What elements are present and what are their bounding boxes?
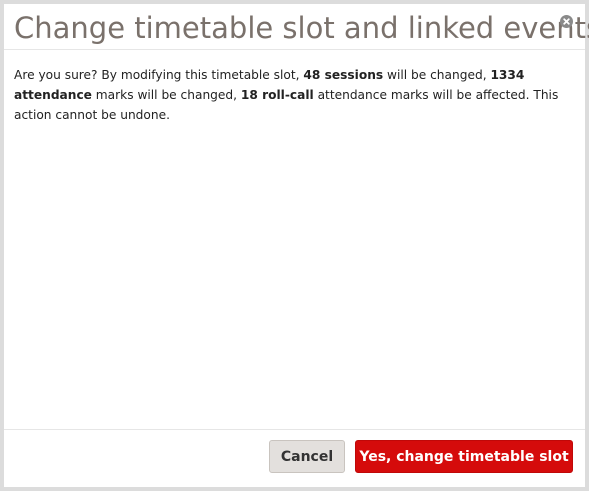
message-text-1: Are you sure? By modifying this timetabl… bbox=[14, 68, 304, 82]
confirm-change-button[interactable]: Yes, change timetable slot bbox=[355, 440, 573, 473]
confirmation-message: Are you sure? By modifying this timetabl… bbox=[14, 65, 574, 125]
message-text-2: will be changed, bbox=[383, 68, 491, 82]
confirm-dialog: Change timetable slot and linked events?… bbox=[4, 4, 589, 487]
dialog-title: Change timetable slot and linked events? bbox=[14, 11, 589, 45]
message-text-3: marks will be changed, bbox=[91, 88, 241, 102]
dialog-body: Are you sure? By modifying this timetabl… bbox=[4, 50, 585, 430]
rollcall-count: 18 roll-call bbox=[240, 88, 314, 102]
dialog-header: Change timetable slot and linked events? bbox=[4, 4, 589, 50]
close-icon[interactable] bbox=[560, 15, 573, 28]
dialog-footer: Cancel Yes, change timetable slot bbox=[4, 430, 585, 487]
sessions-count: 48 sessions bbox=[303, 68, 384, 82]
cancel-button[interactable]: Cancel bbox=[269, 440, 345, 473]
